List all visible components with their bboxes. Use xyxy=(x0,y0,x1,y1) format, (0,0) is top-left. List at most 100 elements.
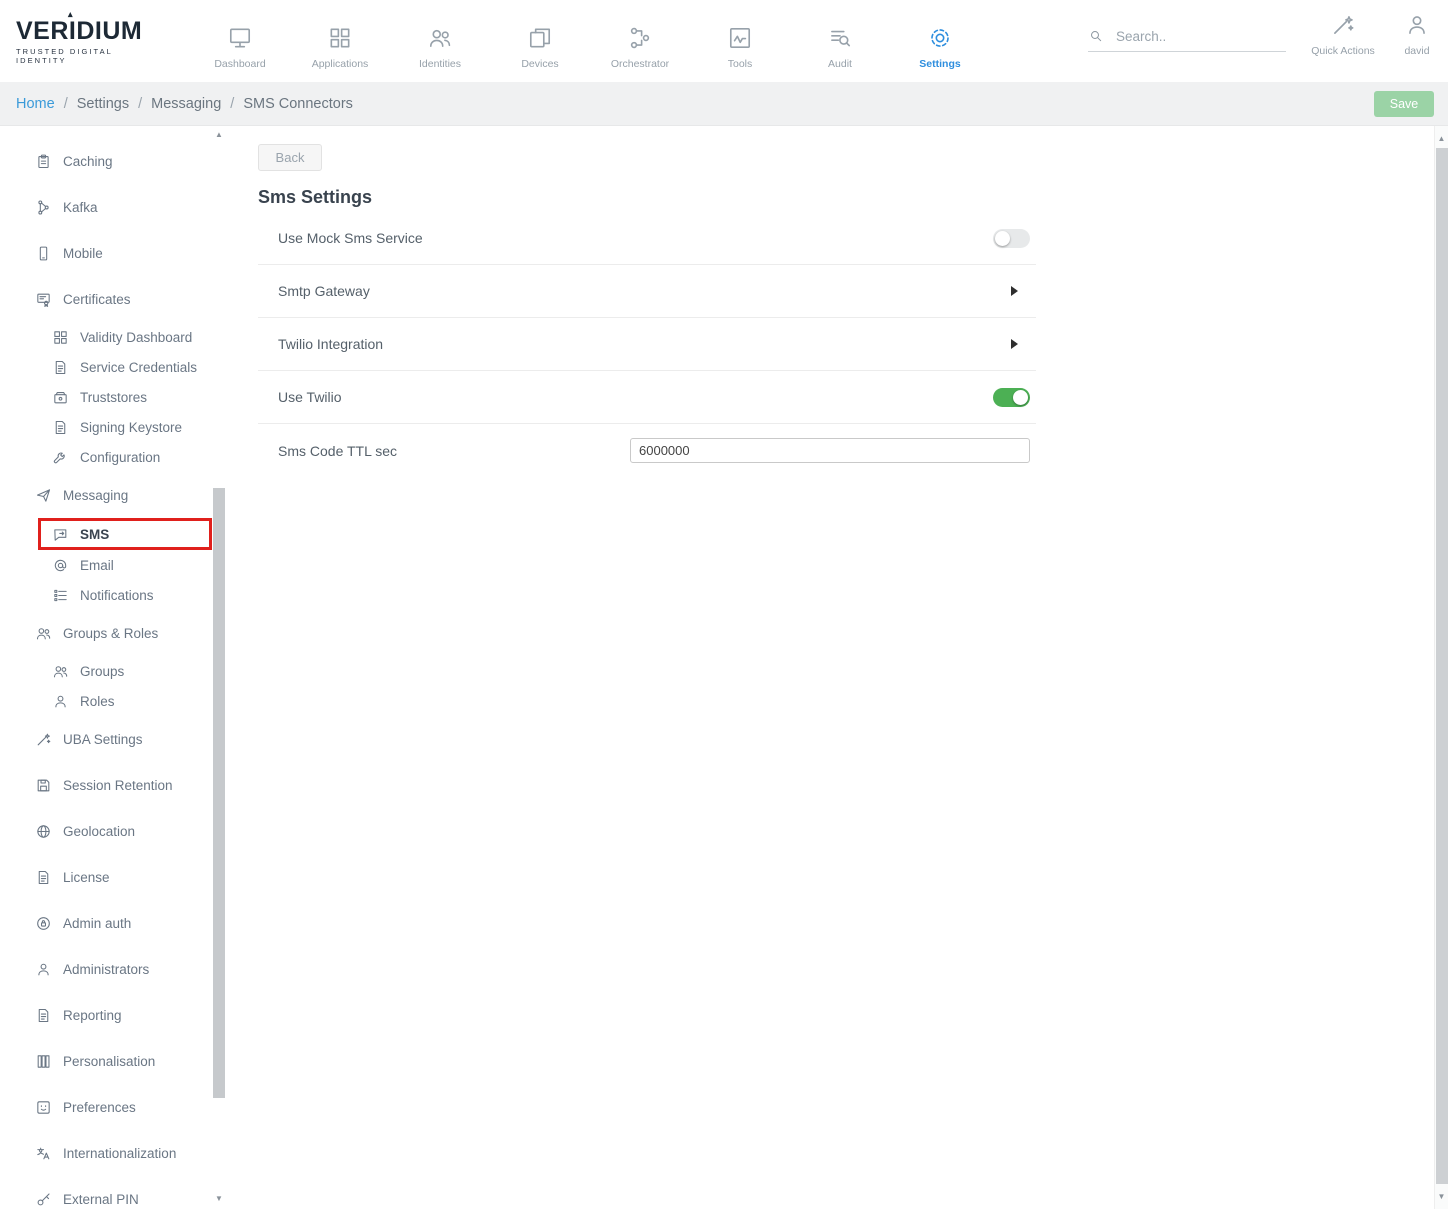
wand-icon xyxy=(35,731,52,748)
sidebar-item-groups[interactable]: Groups xyxy=(0,656,226,686)
breadcrumb-home[interactable]: Home xyxy=(16,96,55,112)
sidebar-item-administrators[interactable]: Administrators xyxy=(0,946,226,992)
sidebar-item-external-pin[interactable]: External PIN xyxy=(0,1176,226,1209)
sidebar-item-reporting[interactable]: Reporting xyxy=(0,992,226,1038)
sidebar-item-service-credentials[interactable]: Service Credentials xyxy=(0,352,226,382)
sidebar-item-internationalization[interactable]: Internationalization xyxy=(0,1130,226,1176)
page-scrollbar-thumb[interactable] xyxy=(1436,148,1448,1184)
nav-label: Tools xyxy=(728,58,753,70)
sidebar-scroll-down-arrow[interactable]: ▼ xyxy=(212,1194,226,1203)
sidebar-item-label: Roles xyxy=(80,694,115,709)
audit-icon xyxy=(827,25,853,51)
sidebar-scrollbar[interactable]: ▲ ▼ xyxy=(212,126,226,1209)
brand-logo[interactable]: VERIDIUM ▴ TRUSTED DIGITAL IDENTITY xyxy=(16,17,166,65)
settings-icon xyxy=(927,25,953,51)
search-input[interactable] xyxy=(1116,29,1271,44)
certificate-icon xyxy=(35,291,52,308)
nav-item-orchestrator[interactable]: Orchestrator xyxy=(590,13,690,70)
user-icon xyxy=(1404,12,1430,38)
page-scroll-down-arrow[interactable]: ▼ xyxy=(1435,1192,1448,1201)
nav-label: Applications xyxy=(312,58,369,70)
globe-icon xyxy=(35,823,52,840)
sidebar-item-signing-keystore[interactable]: Signing Keystore xyxy=(0,412,226,442)
sidebar-item-sms[interactable]: SMS xyxy=(38,518,212,550)
at-icon xyxy=(52,557,69,574)
setting-label: Sms Code TTL sec xyxy=(278,443,397,459)
save-button[interactable]: Save xyxy=(1374,91,1434,117)
sidebar-item-session-retention[interactable]: Session Retention xyxy=(0,762,226,808)
sidebar-item-label: Caching xyxy=(63,154,113,169)
sidebar-item-label: Validity Dashboard xyxy=(80,330,192,345)
identities-icon xyxy=(427,25,453,51)
sidebar-item-admin-auth[interactable]: Admin auth xyxy=(0,900,226,946)
user-menu[interactable]: david xyxy=(1389,0,1445,57)
sidebar-item-groups-roles[interactable]: Groups & Roles xyxy=(0,610,226,656)
brand-name: VERIDIUM ▴ xyxy=(16,17,166,46)
sidebar-item-label: Groups xyxy=(80,664,124,679)
sidebar-item-caching[interactable]: Caching xyxy=(0,138,226,184)
nav-label: Identities xyxy=(419,58,461,70)
sidebar-item-kafka[interactable]: Kafka xyxy=(0,184,226,230)
nav-item-settings[interactable]: Settings xyxy=(890,13,990,70)
sidebar-item-roles[interactable]: Roles xyxy=(0,686,226,716)
setting-row-smtp-gateway[interactable]: Smtp Gateway xyxy=(258,265,1036,318)
setting-label: Twilio Integration xyxy=(278,336,383,352)
sidebar-item-label: Certificates xyxy=(63,292,131,307)
primary-nav: Dashboard Applications Identities Device… xyxy=(190,13,990,70)
sidebar-item-label: Admin auth xyxy=(63,916,131,931)
orchestrator-icon xyxy=(627,25,653,51)
nav-label: Dashboard xyxy=(214,58,265,70)
sidebar-item-label: Groups & Roles xyxy=(63,626,158,641)
sidebar-item-configuration[interactable]: Configuration xyxy=(0,442,226,472)
quick-actions-button[interactable]: Quick Actions xyxy=(1303,0,1383,57)
sidebar-item-personalisation[interactable]: Personalisation xyxy=(0,1038,226,1084)
quick-actions-label: Quick Actions xyxy=(1311,45,1375,57)
sidebar-scrollbar-thumb[interactable] xyxy=(213,488,225,1098)
sidebar-item-email[interactable]: Email xyxy=(0,550,226,580)
sms-code-ttl-input[interactable] xyxy=(630,438,1030,463)
nav-item-devices[interactable]: Devices xyxy=(490,13,590,70)
nav-item-tools[interactable]: Tools xyxy=(690,13,790,70)
nav-item-dashboard[interactable]: Dashboard xyxy=(190,13,290,70)
nav-item-audit[interactable]: Audit xyxy=(790,13,890,70)
back-button[interactable]: Back xyxy=(258,144,322,171)
page-title: Sms Settings xyxy=(258,187,1448,208)
sidebar-item-label: Internationalization xyxy=(63,1146,176,1161)
sidebar-item-label: Mobile xyxy=(63,246,103,261)
nav-label: Devices xyxy=(521,58,558,70)
sidebar-item-license[interactable]: License xyxy=(0,854,226,900)
sidebar-item-notifications[interactable]: Notifications xyxy=(0,580,226,610)
page-scrollbar[interactable]: ▲ ▼ xyxy=(1434,126,1448,1209)
sidebar-item-label: Email xyxy=(80,558,114,573)
sidebar-item-truststores[interactable]: Truststores xyxy=(0,382,226,412)
sidebar-scroll-up-arrow[interactable]: ▲ xyxy=(212,130,226,139)
use-twilio-toggle[interactable] xyxy=(993,388,1030,407)
breadcrumb-settings[interactable]: Settings xyxy=(77,96,129,112)
sidebar-item-preferences[interactable]: Preferences xyxy=(0,1084,226,1130)
toggle-knob xyxy=(995,231,1010,246)
settings-sidebar: Caching Kafka Mobile Certificates Validi… xyxy=(0,126,226,1209)
sidebar-item-label: Reporting xyxy=(63,1008,122,1023)
setting-row-twilio-integration[interactable]: Twilio Integration xyxy=(258,318,1036,371)
brand-tagline: TRUSTED DIGITAL IDENTITY xyxy=(16,47,166,65)
page-scroll-up-arrow[interactable]: ▲ xyxy=(1435,134,1448,143)
twilio-integration-expander[interactable] xyxy=(1011,339,1018,349)
paper-plane-icon xyxy=(35,487,52,504)
chevron-right-icon xyxy=(1011,339,1018,349)
search-icon[interactable] xyxy=(1088,28,1104,44)
sidebar-item-uba-settings[interactable]: UBA Settings xyxy=(0,716,226,762)
smtp-gateway-expander[interactable] xyxy=(1011,286,1018,296)
nav-item-applications[interactable]: Applications xyxy=(290,13,390,70)
breadcrumb-separator: / xyxy=(64,96,68,112)
sidebar-item-certificates[interactable]: Certificates xyxy=(0,276,226,322)
breadcrumb-separator: / xyxy=(230,96,234,112)
sidebar-item-geolocation[interactable]: Geolocation xyxy=(0,808,226,854)
sidebar-item-validity-dashboard[interactable]: Validity Dashboard xyxy=(0,322,226,352)
breadcrumb-messaging[interactable]: Messaging xyxy=(151,96,221,112)
use-mock-sms-service-toggle[interactable] xyxy=(993,229,1030,248)
sidebar-item-messaging[interactable]: Messaging xyxy=(0,472,226,518)
applications-icon xyxy=(327,25,353,51)
nav-item-identities[interactable]: Identities xyxy=(390,13,490,70)
sidebar-item-mobile[interactable]: Mobile xyxy=(0,230,226,276)
top-navigation-bar: VERIDIUM ▴ TRUSTED DIGITAL IDENTITY Dash… xyxy=(0,0,1448,82)
